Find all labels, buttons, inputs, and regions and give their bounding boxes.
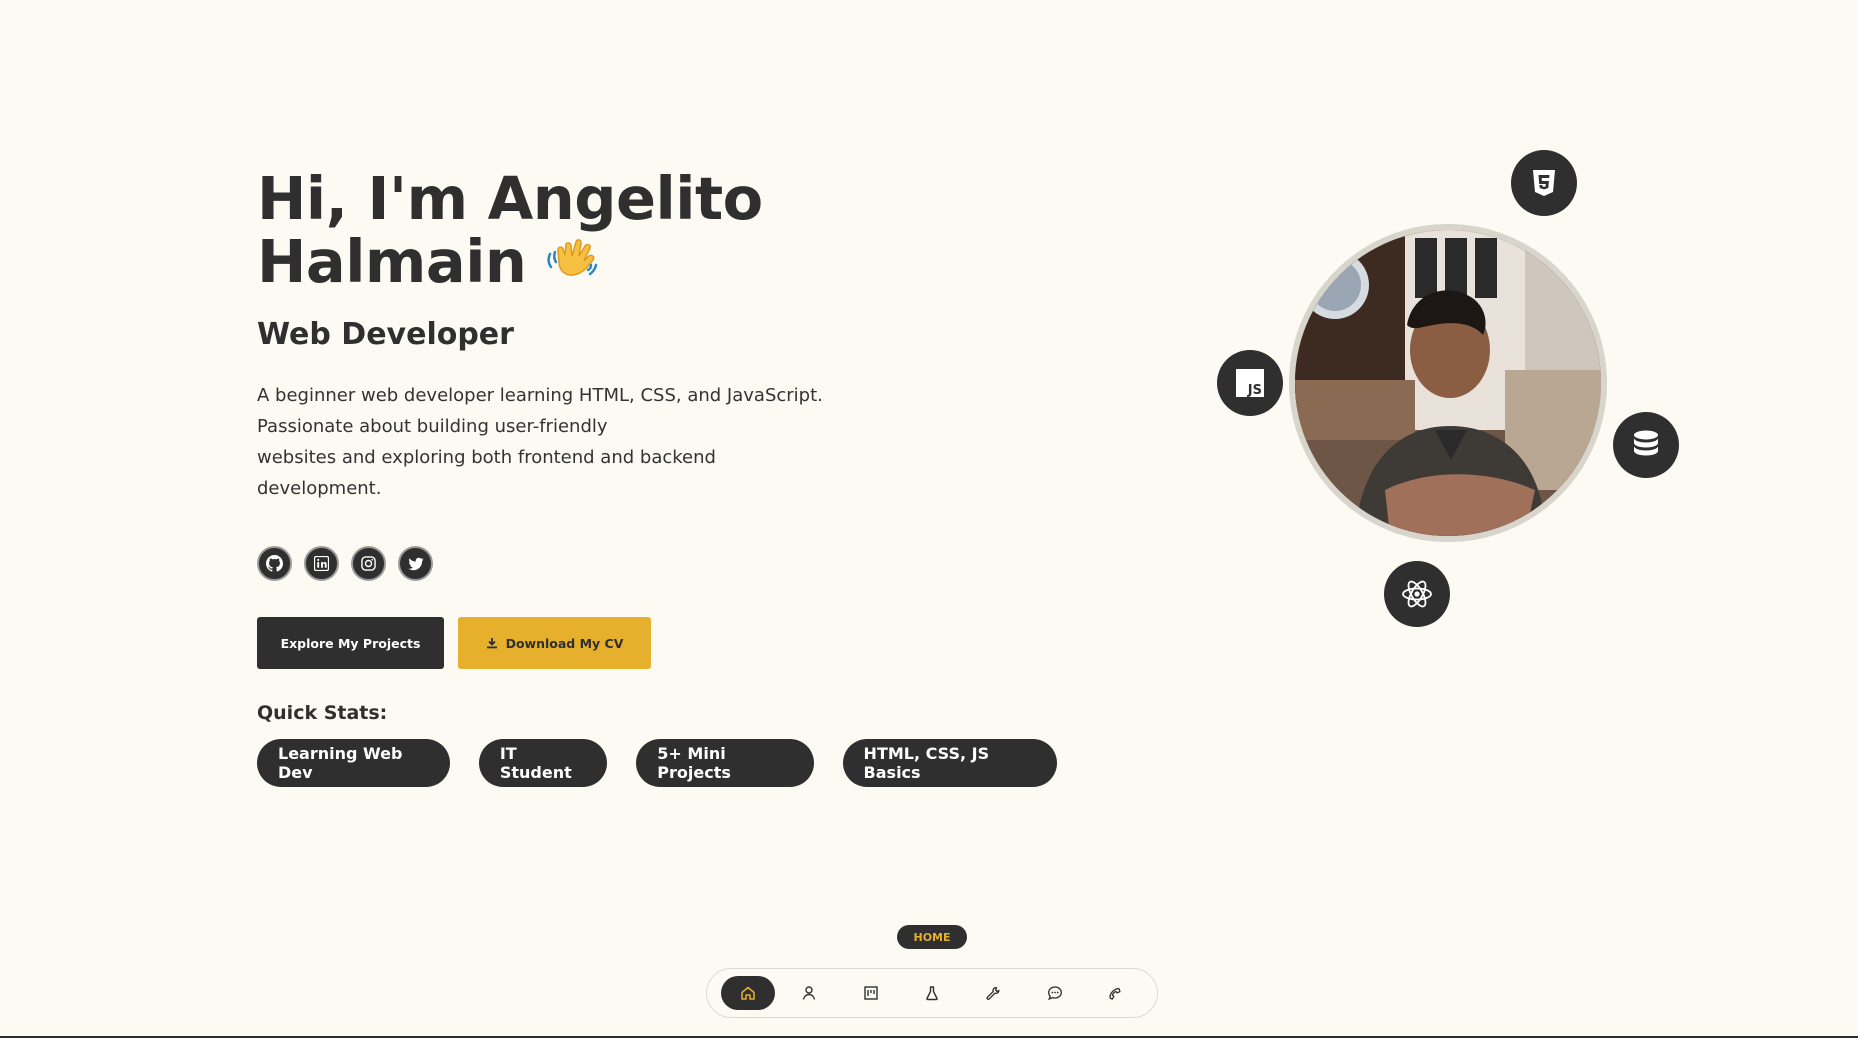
javascript-badge: JS	[1217, 350, 1283, 416]
twitter-icon	[408, 557, 423, 570]
nav-lab[interactable]	[905, 976, 959, 1010]
explore-projects-label: Explore My Projects	[280, 635, 421, 651]
profile-photo-illustration	[1295, 230, 1601, 536]
profile-photo	[1289, 224, 1607, 542]
hero-description: A beginner web developer learning HTML, …	[257, 380, 847, 504]
download-cv-button[interactable]: Download My CV	[458, 617, 651, 669]
stat-chip: IT Student	[478, 739, 608, 787]
social-links	[257, 546, 1057, 581]
html5-icon	[1533, 170, 1555, 196]
waving-hand-icon	[544, 230, 600, 297]
user-icon	[803, 986, 816, 1000]
hero-subtitle: Web Developer	[257, 317, 514, 352]
download-cv-label: Download My CV	[505, 635, 624, 651]
svg-text:JS: JS	[1247, 383, 1262, 397]
download-icon	[486, 638, 497, 649]
instagram-link[interactable]	[351, 546, 386, 581]
linkedin-icon	[314, 556, 329, 571]
stat-chip: HTML, CSS, JS Basics	[842, 739, 1057, 787]
react-badge	[1384, 561, 1450, 627]
page: Hi, I'm Angelito Halmain Web Developer A…	[0, 0, 1858, 1038]
quick-stats-heading: Quick Stats:	[257, 702, 388, 724]
database-badge	[1613, 412, 1679, 478]
tools-icon	[986, 986, 1000, 1000]
cta-buttons: Explore My Projects Download My CV	[257, 617, 1057, 669]
hero-title-line2: Halmain	[257, 227, 527, 296]
twitter-link[interactable]	[398, 546, 433, 581]
hero-description-line: websites and exploring both frontend and…	[257, 447, 716, 468]
home-icon	[741, 986, 755, 1000]
nav-projects[interactable]	[844, 976, 898, 1010]
nav-about[interactable]	[782, 976, 836, 1010]
stat-chip: 5+ Mini Projects	[636, 739, 814, 787]
hero-title: Hi, I'm Angelito Halmain	[257, 168, 1057, 297]
flask-icon	[926, 986, 938, 1001]
hero-description-line: development.	[257, 478, 382, 499]
github-icon	[266, 555, 283, 572]
stat-chip: Learning Web Dev	[257, 739, 450, 787]
nav-home[interactable]	[721, 976, 775, 1010]
nav-tooltip: HOME	[897, 925, 967, 949]
nav-contact[interactable]	[1089, 976, 1143, 1010]
projects-icon	[863, 986, 878, 1000]
chat-icon	[1047, 986, 1062, 1001]
hero-title-line1: Hi, I'm Angelito	[257, 164, 763, 233]
database-icon	[1634, 430, 1658, 456]
instagram-icon	[361, 556, 376, 571]
html5-badge	[1511, 150, 1577, 216]
linkedin-link[interactable]	[304, 546, 339, 581]
react-icon	[1402, 580, 1432, 608]
explore-projects-button[interactable]: Explore My Projects	[257, 617, 444, 669]
github-link[interactable]	[257, 546, 292, 581]
nav-skills[interactable]	[966, 976, 1020, 1010]
hero-section: Hi, I'm Angelito Halmain Web Developer A…	[257, 168, 1057, 787]
phone-icon	[1109, 987, 1121, 1000]
javascript-icon: JS	[1236, 369, 1264, 397]
bottom-nav	[706, 968, 1158, 1018]
nav-testimonials[interactable]	[1028, 976, 1082, 1010]
hero-description-line: Passionate about building user-friendly	[257, 416, 608, 437]
hero-description-line: A beginner web developer learning HTML, …	[257, 385, 823, 406]
quick-stats-list: Learning Web Dev IT Student 5+ Mini Proj…	[257, 739, 1057, 787]
